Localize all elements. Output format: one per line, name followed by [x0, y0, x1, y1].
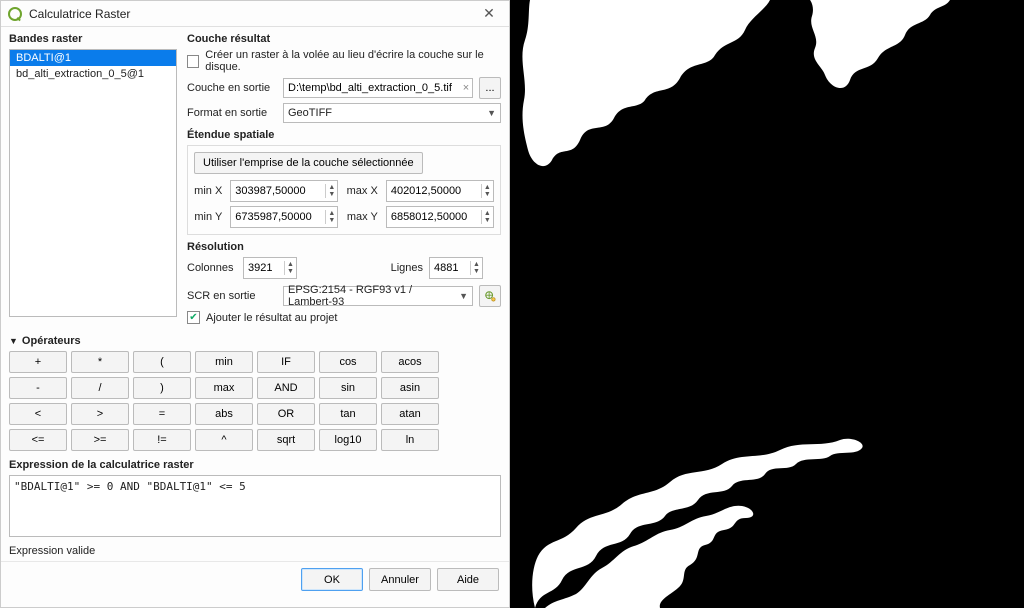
- cancel-button[interactable]: Annuler: [369, 568, 431, 591]
- close-icon[interactable]: ✕: [475, 5, 503, 22]
- miny-label: min Y: [194, 211, 222, 223]
- output-layer-input[interactable]: [283, 78, 473, 98]
- operators-grid: + * ( min IF cos acos - / ) max AND sin …: [9, 351, 501, 451]
- op-and[interactable]: AND: [257, 377, 315, 399]
- op-pow[interactable]: ^: [195, 429, 253, 451]
- maxy-label: max Y: [346, 211, 377, 223]
- op-lt[interactable]: <: [9, 403, 67, 425]
- bands-header: Bandes raster: [9, 33, 177, 45]
- crs-label: SCR en sortie: [187, 290, 277, 302]
- cols-input[interactable]: ▲▼: [243, 257, 297, 279]
- add-to-project-label: Ajouter le résultat au projet: [206, 312, 337, 324]
- minx-input[interactable]: ▲▼: [230, 180, 338, 202]
- band-item[interactable]: BDALTI@1: [10, 50, 176, 66]
- op-tan[interactable]: tan: [319, 403, 377, 425]
- add-to-project-checkbox[interactable]: ✔: [187, 311, 200, 324]
- output-format-select[interactable]: GeoTIFF ▼: [283, 103, 501, 123]
- crs-picker-button[interactable]: [479, 285, 501, 307]
- op-neq[interactable]: !=: [133, 429, 191, 451]
- op-atan[interactable]: atan: [381, 403, 439, 425]
- op-ln[interactable]: ln: [381, 429, 439, 451]
- rows-input[interactable]: ▲▼: [429, 257, 483, 279]
- virtual-raster-label: Créer un raster à la volée au lieu d'écr…: [205, 49, 501, 73]
- op-asin[interactable]: asin: [381, 377, 439, 399]
- miny-input[interactable]: ▲▼: [230, 206, 338, 228]
- expression-header: Expression de la calculatrice raster: [9, 459, 501, 471]
- bands-list[interactable]: BDALTI@1 bd_alti_extraction_0_5@1: [9, 49, 177, 317]
- use-layer-extent-button[interactable]: Utiliser l'emprise de la couche sélectio…: [194, 152, 423, 174]
- band-item[interactable]: bd_alti_extraction_0_5@1: [10, 66, 176, 82]
- raster-calc-dialog: Calculatrice Raster ✕ Bandes raster BDAL…: [0, 0, 510, 608]
- output-layer-label: Couche en sortie: [187, 82, 277, 94]
- op-or[interactable]: OR: [257, 403, 315, 425]
- op-rparen[interactable]: ): [133, 377, 191, 399]
- op-div[interactable]: /: [71, 377, 129, 399]
- op-plus[interactable]: +: [9, 351, 67, 373]
- app-icon: [7, 6, 23, 22]
- browse-button[interactable]: ...: [479, 77, 501, 99]
- op-min[interactable]: min: [195, 351, 253, 373]
- op-eq[interactable]: =: [133, 403, 191, 425]
- map-canvas[interactable]: [510, 0, 1024, 608]
- operators-header[interactable]: ▼ Opérateurs: [9, 335, 501, 347]
- globe-icon: [484, 289, 496, 303]
- status-text: Expression valide: [1, 541, 509, 561]
- op-gt[interactable]: >: [71, 403, 129, 425]
- op-mult[interactable]: *: [71, 351, 129, 373]
- spatial-extent-header: Étendue spatiale: [187, 129, 501, 141]
- op-log10[interactable]: log10: [319, 429, 377, 451]
- virtual-raster-checkbox[interactable]: [187, 55, 199, 68]
- op-gte[interactable]: >=: [71, 429, 129, 451]
- collapse-icon: ▼: [9, 336, 18, 346]
- output-format-label: Format en sortie: [187, 107, 277, 119]
- ok-button[interactable]: OK: [301, 568, 363, 591]
- resolution-header: Résolution: [187, 241, 501, 253]
- op-cos[interactable]: cos: [319, 351, 377, 373]
- clear-icon[interactable]: ×: [459, 82, 473, 94]
- result-header: Couche résultat: [187, 33, 501, 45]
- op-lparen[interactable]: (: [133, 351, 191, 373]
- expression-input[interactable]: "BDALTI@1" >= 0 AND "BDALTI@1" <= 5: [9, 475, 501, 537]
- op-sin[interactable]: sin: [319, 377, 377, 399]
- titlebar: Calculatrice Raster ✕: [1, 1, 509, 27]
- maxx-label: max X: [346, 185, 377, 197]
- cols-label: Colonnes: [187, 262, 237, 274]
- op-lte[interactable]: <=: [9, 429, 67, 451]
- maxy-input[interactable]: ▲▼: [386, 206, 494, 228]
- op-max[interactable]: max: [195, 377, 253, 399]
- op-sqrt[interactable]: sqrt: [257, 429, 315, 451]
- minx-label: min X: [194, 185, 222, 197]
- op-abs[interactable]: abs: [195, 403, 253, 425]
- chevron-down-icon: ▼: [487, 108, 496, 118]
- op-acos[interactable]: acos: [381, 351, 439, 373]
- help-button[interactable]: Aide: [437, 568, 499, 591]
- crs-select[interactable]: EPSG:2154 - RGF93 v1 / Lambert-93 ▼: [283, 286, 473, 306]
- maxx-input[interactable]: ▲▼: [386, 180, 494, 202]
- chevron-down-icon: ▼: [459, 291, 468, 301]
- window-title: Calculatrice Raster: [29, 7, 475, 21]
- op-if[interactable]: IF: [257, 351, 315, 373]
- rows-label: Lignes: [353, 262, 423, 274]
- op-minus[interactable]: -: [9, 377, 67, 399]
